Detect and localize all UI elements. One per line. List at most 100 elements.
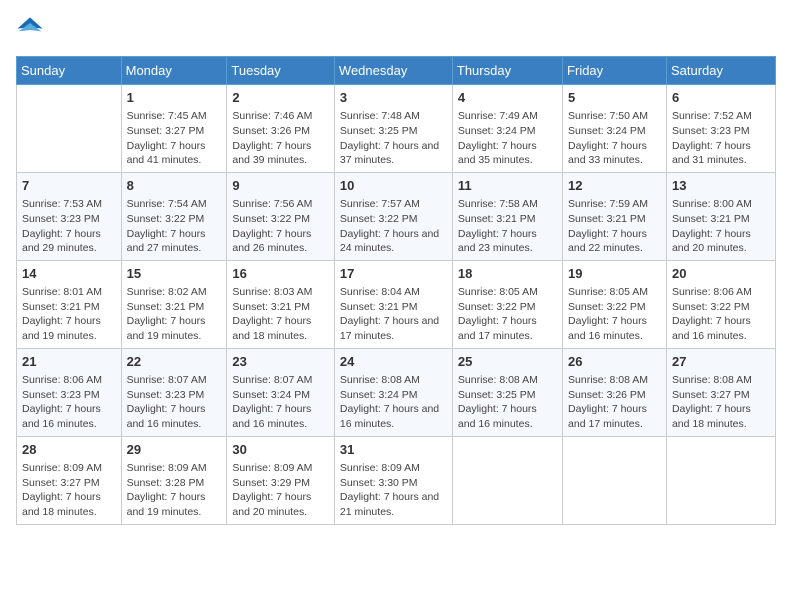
day-info: Sunrise: 7:50 AMSunset: 3:24 PMDaylight:… (568, 109, 661, 168)
weekday-header-tuesday: Tuesday (227, 57, 335, 85)
day-cell: 30 Sunrise: 8:09 AMSunset: 3:29 PMDayligh… (227, 436, 335, 524)
day-info: Sunrise: 8:09 AMSunset: 3:28 PMDaylight:… (127, 461, 222, 520)
day-number: 28 (22, 441, 116, 459)
day-number: 11 (458, 177, 557, 195)
day-info: Sunrise: 8:08 AMSunset: 3:24 PMDaylight:… (340, 373, 447, 432)
day-cell: 10 Sunrise: 7:57 AMSunset: 3:22 PMDayligh… (334, 172, 452, 260)
day-cell: 3Sunrise: 7:48 AMSunset: 3:25 PMDaylight… (334, 85, 452, 173)
day-cell: 6 Sunrise: 7:52 AMSunset: 3:23 PMDaylight… (666, 85, 775, 173)
day-number: 16 (232, 265, 329, 283)
day-info: Sunrise: 8:07 AMSunset: 3:24 PMDaylight:… (232, 373, 329, 432)
day-number: 24 (340, 353, 447, 371)
logo-icon (16, 16, 44, 44)
calendar-table: SundayMondayTuesdayWednesdayThursdayFrid… (16, 56, 776, 525)
day-number: 5 (568, 89, 661, 107)
day-cell: 31 Sunrise: 8:09 AMSunset: 3:30 PMDayligh… (334, 436, 452, 524)
day-info: Sunrise: 7:45 AMSunset: 3:27 PMDaylight:… (127, 109, 222, 168)
day-cell: 4 Sunrise: 7:49 AMSunset: 3:24 PMDaylight… (452, 85, 562, 173)
day-cell: 5 Sunrise: 7:50 AMSunset: 3:24 PMDaylight… (563, 85, 667, 173)
day-number: 19 (568, 265, 661, 283)
week-row-2: 7 Sunrise: 7:53 AMSunset: 3:23 PMDaylight… (17, 172, 776, 260)
day-info: Sunrise: 7:49 AMSunset: 3:24 PMDaylight:… (458, 109, 557, 168)
day-cell: 28Sunrise: 8:09 AMSunset: 3:27 PMDayligh… (17, 436, 122, 524)
day-number: 12 (568, 177, 661, 195)
day-cell: 2 Sunrise: 7:46 AMSunset: 3:26 PMDaylight… (227, 85, 335, 173)
day-cell: 22 Sunrise: 8:07 AMSunset: 3:23 PMDayligh… (121, 348, 227, 436)
day-number: 25 (458, 353, 557, 371)
day-info: Sunrise: 7:52 AMSunset: 3:23 PMDaylight:… (672, 109, 770, 168)
day-number: 6 (672, 89, 770, 107)
page-header (16, 16, 776, 44)
day-info: Sunrise: 8:00 AMSunset: 3:21 PMDaylight:… (672, 197, 770, 256)
day-info: Sunrise: 8:01 AMSunset: 3:21 PMDaylight:… (22, 285, 116, 344)
day-number: 10 (340, 177, 447, 195)
week-row-5: 28Sunrise: 8:09 AMSunset: 3:27 PMDayligh… (17, 436, 776, 524)
weekday-header-thursday: Thursday (452, 57, 562, 85)
weekday-header-friday: Friday (563, 57, 667, 85)
day-number: 23 (232, 353, 329, 371)
day-info: Sunrise: 8:07 AMSunset: 3:23 PMDaylight:… (127, 373, 222, 432)
day-number: 15 (127, 265, 222, 283)
week-row-3: 14Sunrise: 8:01 AMSunset: 3:21 PMDayligh… (17, 260, 776, 348)
day-cell: 29 Sunrise: 8:09 AMSunset: 3:28 PMDayligh… (121, 436, 227, 524)
day-info: Sunrise: 8:03 AMSunset: 3:21 PMDaylight:… (232, 285, 329, 344)
day-cell: 7 Sunrise: 7:53 AMSunset: 3:23 PMDaylight… (17, 172, 122, 260)
day-cell (563, 436, 667, 524)
day-number: 31 (340, 441, 447, 459)
day-number: 7 (22, 177, 116, 195)
day-info: Sunrise: 7:46 AMSunset: 3:26 PMDaylight:… (232, 109, 329, 168)
day-cell: 19Sunrise: 8:05 AMSunset: 3:22 PMDayligh… (563, 260, 667, 348)
day-number: 26 (568, 353, 661, 371)
day-info: Sunrise: 7:57 AMSunset: 3:22 PMDaylight:… (340, 197, 447, 256)
day-cell: 21Sunrise: 8:06 AMSunset: 3:23 PMDayligh… (17, 348, 122, 436)
day-cell: 17 Sunrise: 8:04 AMSunset: 3:21 PMDayligh… (334, 260, 452, 348)
day-number: 30 (232, 441, 329, 459)
day-cell: 13 Sunrise: 8:00 AMSunset: 3:21 PMDayligh… (666, 172, 775, 260)
day-info: Sunrise: 7:53 AMSunset: 3:23 PMDaylight:… (22, 197, 116, 256)
day-cell: 25 Sunrise: 8:08 AMSunset: 3:25 PMDayligh… (452, 348, 562, 436)
day-cell: 15 Sunrise: 8:02 AMSunset: 3:21 PMDayligh… (121, 260, 227, 348)
day-cell: 9 Sunrise: 7:56 AMSunset: 3:22 PMDaylight… (227, 172, 335, 260)
day-cell: 1 Sunrise: 7:45 AMSunset: 3:27 PMDaylight… (121, 85, 227, 173)
day-number: 29 (127, 441, 222, 459)
weekday-header-wednesday: Wednesday (334, 57, 452, 85)
weekday-header-saturday: Saturday (666, 57, 775, 85)
day-number: 13 (672, 177, 770, 195)
day-info: Sunrise: 8:08 AMSunset: 3:27 PMDaylight:… (672, 373, 770, 432)
day-cell: 16 Sunrise: 8:03 AMSunset: 3:21 PMDayligh… (227, 260, 335, 348)
day-info: Sunrise: 7:58 AMSunset: 3:21 PMDaylight:… (458, 197, 557, 256)
day-info: Sunrise: 7:59 AMSunset: 3:21 PMDaylight:… (568, 197, 661, 256)
day-number: 22 (127, 353, 222, 371)
day-info: Sunrise: 8:02 AMSunset: 3:21 PMDaylight:… (127, 285, 222, 344)
day-info: Sunrise: 7:56 AMSunset: 3:22 PMDaylight:… (232, 197, 329, 256)
day-number: 4 (458, 89, 557, 107)
day-info: Sunrise: 8:08 AMSunset: 3:25 PMDaylight:… (458, 373, 557, 432)
day-cell: 8Sunrise: 7:54 AMSunset: 3:22 PMDaylight… (121, 172, 227, 260)
day-cell: 24 Sunrise: 8:08 AMSunset: 3:24 PMDayligh… (334, 348, 452, 436)
day-info: Sunrise: 8:06 AMSunset: 3:23 PMDaylight:… (22, 373, 116, 432)
day-info: Sunrise: 8:04 AMSunset: 3:21 PMDaylight:… (340, 285, 447, 344)
week-row-4: 21Sunrise: 8:06 AMSunset: 3:23 PMDayligh… (17, 348, 776, 436)
weekday-header-row: SundayMondayTuesdayWednesdayThursdayFrid… (17, 57, 776, 85)
day-cell: 20 Sunrise: 8:06 AMSunset: 3:22 PMDayligh… (666, 260, 775, 348)
weekday-header-monday: Monday (121, 57, 227, 85)
day-cell (17, 85, 122, 173)
day-cell: 14Sunrise: 8:01 AMSunset: 3:21 PMDayligh… (17, 260, 122, 348)
day-info: Sunrise: 8:09 AMSunset: 3:29 PMDaylight:… (232, 461, 329, 520)
day-cell: 18Sunrise: 8:05 AMSunset: 3:22 PMDayligh… (452, 260, 562, 348)
day-number: 9 (232, 177, 329, 195)
day-info: Sunrise: 8:08 AMSunset: 3:26 PMDaylight:… (568, 373, 661, 432)
day-number: 2 (232, 89, 329, 107)
day-number: 20 (672, 265, 770, 283)
day-number: 1 (127, 89, 222, 107)
day-cell (666, 436, 775, 524)
day-cell: 26 Sunrise: 8:08 AMSunset: 3:26 PMDayligh… (563, 348, 667, 436)
day-info: Sunrise: 7:54 AMSunset: 3:22 PMDaylight:… (127, 197, 222, 256)
week-row-1: 1 Sunrise: 7:45 AMSunset: 3:27 PMDaylight… (17, 85, 776, 173)
day-number: 17 (340, 265, 447, 283)
day-cell (452, 436, 562, 524)
day-info: Sunrise: 8:09 AMSunset: 3:30 PMDaylight:… (340, 461, 447, 520)
day-info: Sunrise: 8:06 AMSunset: 3:22 PMDaylight:… (672, 285, 770, 344)
weekday-header-sunday: Sunday (17, 57, 122, 85)
day-cell: 12 Sunrise: 7:59 AMSunset: 3:21 PMDayligh… (563, 172, 667, 260)
